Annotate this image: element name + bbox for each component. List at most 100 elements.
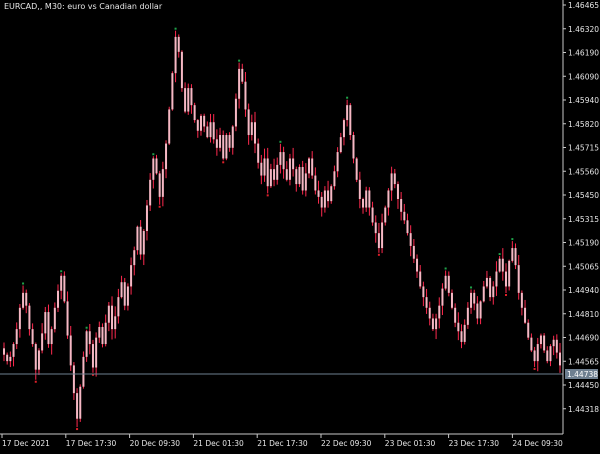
time-tick-label: 21 Dec 01:30 (193, 439, 244, 448)
candle-body (69, 335, 72, 366)
price-tick-label: 1.45560 (568, 167, 599, 176)
candle-body (463, 324, 466, 342)
candle-body (203, 115, 206, 127)
candle-body (215, 139, 218, 148)
candle-body (304, 173, 307, 191)
bid-price-label-text: 1.44738 (567, 370, 598, 379)
candle-body (358, 179, 361, 200)
candle-body (34, 344, 37, 370)
candle-body (279, 152, 282, 165)
candle-body (95, 337, 98, 368)
candle-body (158, 173, 161, 197)
swing-low-marker (222, 161, 225, 164)
price-chart[interactable]: 1.46465 1.46320 1.46190 1.46090 1.45940 1.458… (0, 0, 600, 450)
candle-body (269, 169, 272, 187)
candle-body (152, 158, 155, 180)
candle-body (53, 307, 56, 330)
swing-high-marker (470, 286, 473, 289)
candle-body (406, 220, 409, 234)
time-tick-label: 17 Dec 17:30 (66, 439, 117, 448)
candle-body (428, 307, 431, 319)
chart-window[interactable]: 1.46465 1.46320 1.46190 1.46090 1.45940 1.458… (0, 0, 600, 450)
candle-body (177, 36, 180, 52)
candle-body (253, 122, 256, 144)
candle-body (339, 137, 342, 153)
candle-body (393, 173, 396, 185)
candle-body (524, 307, 527, 323)
candle-body (174, 36, 177, 74)
candle-body (549, 346, 552, 362)
swing-high-marker (511, 238, 514, 241)
candle-body (257, 143, 260, 163)
candle-body (241, 68, 244, 82)
candle-body (431, 318, 434, 330)
candle-body (295, 169, 298, 185)
candle-body (104, 322, 107, 345)
candle-body (228, 135, 231, 148)
candle-body (120, 282, 123, 298)
candle-body (142, 231, 145, 255)
swing-high-marker (444, 267, 447, 270)
swing-high-marker (22, 282, 25, 285)
candle-body (225, 135, 228, 159)
candle-body (28, 305, 31, 330)
candle-body (435, 318, 438, 330)
candle-body (390, 173, 393, 191)
candle-body (184, 88, 187, 112)
candle-body (123, 282, 126, 306)
candle-body (346, 105, 349, 121)
swing-low-marker (158, 205, 161, 208)
swing-high-marker (498, 253, 501, 256)
candle-body (130, 265, 133, 287)
candle-body (3, 348, 5, 355)
candle-body (555, 339, 558, 353)
swing-high-marker (279, 140, 282, 143)
candle-body (365, 190, 368, 208)
price-tick-label: 1.45315 (568, 215, 599, 224)
candle-body (285, 169, 288, 180)
candle-body (479, 301, 482, 319)
candle-body (336, 152, 339, 172)
candle-body (450, 292, 453, 308)
candle-body (126, 286, 129, 306)
candle-body (349, 105, 352, 136)
candle-body (504, 271, 507, 287)
candle-body (244, 81, 247, 110)
candle-body (18, 307, 21, 330)
candle-body (247, 109, 250, 136)
candle-body (546, 350, 549, 362)
candle-body (314, 175, 317, 191)
candle-body (533, 350, 536, 362)
swing-high-marker (346, 96, 349, 99)
candle-body (196, 120, 199, 131)
candle-body (187, 88, 190, 112)
candle-body (466, 307, 469, 325)
candle-body (308, 158, 311, 174)
candle-body (438, 305, 441, 319)
candle-body (457, 322, 460, 332)
candle-body (282, 152, 285, 170)
price-tick-label: 1.44810 (568, 310, 599, 319)
candle-body (6, 354, 9, 362)
price-tick-label: 1.46320 (568, 25, 599, 34)
price-tick-label: 1.45450 (568, 191, 599, 200)
candle-body (190, 88, 193, 106)
candle-body (416, 258, 419, 272)
candle-body (374, 222, 377, 234)
swing-low-marker (76, 428, 79, 431)
candle-body (501, 258, 504, 272)
price-tick-label: 1.44690 (568, 334, 599, 343)
candle-body (301, 167, 304, 191)
price-tick-label: 1.44450 (568, 381, 599, 390)
candle-body (419, 271, 422, 287)
candle-body (517, 265, 520, 293)
candle-body (396, 184, 399, 200)
bid-price-label: 1.44738 (565, 369, 598, 379)
candle-body (234, 98, 237, 127)
candle-body (117, 297, 120, 317)
candle-body (447, 275, 450, 293)
candle-body (320, 196, 323, 208)
candle-body (273, 169, 276, 180)
candle-body (114, 316, 117, 330)
candle-body (199, 115, 202, 131)
